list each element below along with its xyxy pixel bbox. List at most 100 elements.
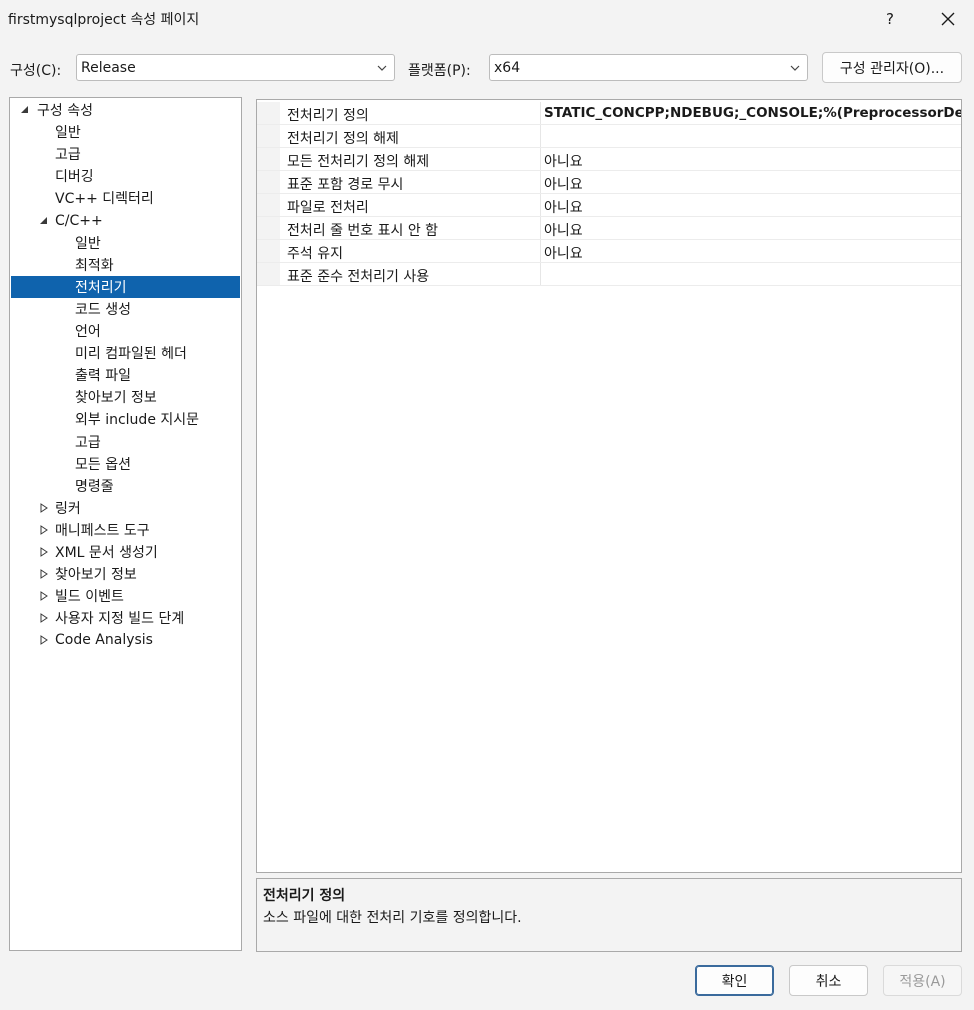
platform-value: x64 [494,59,521,76]
tree-item[interactable]: 미리 컴파일된 헤더 [11,342,240,364]
configuration-select[interactable]: Release [76,54,395,81]
row-gutter [257,102,280,124]
property-name: 전처리기 정의 [287,108,369,124]
tree-item[interactable]: 명령줄 [11,475,240,497]
column-divider [540,263,541,285]
tree-item[interactable]: C/C++ [11,210,240,232]
close-icon [941,12,955,26]
tree-item[interactable]: 고급 [11,143,240,165]
tree-item[interactable]: XML 문서 생성기 [11,541,240,563]
tree-item[interactable]: 찾아보기 정보 [11,386,240,408]
ok-button[interactable]: 확인 [695,965,774,996]
tree-item-label: 코드 생성 [75,301,131,318]
expanded-triangle-icon[interactable] [39,216,49,226]
property-name: 모든 전처리기 정의 해제 [287,154,430,170]
row-gutter [257,125,280,147]
tree-item[interactable]: 고급 [11,431,240,453]
tree-item-label: 매니페스트 도구 [55,522,150,539]
collapsed-triangle-icon[interactable] [39,591,49,602]
tree-item[interactable]: 찾아보기 정보 [11,563,240,585]
tree-item-label: 명령줄 [75,478,114,495]
column-divider [540,148,541,170]
collapsed-triangle-icon[interactable] [39,547,49,557]
column-divider [540,125,541,147]
row-gutter [257,194,280,216]
expanded-triangle-icon[interactable] [20,105,30,115]
tree-item[interactable]: 구성 속성 [11,99,240,121]
tree-item[interactable]: VC++ 디렉터리 [11,187,240,209]
tree-item[interactable]: 일반 [11,232,240,254]
property-row[interactable]: 전처리 줄 번호 표시 안 함 아니요 [257,217,961,240]
tree-item-label: 찾아보기 정보 [75,390,157,407]
row-gutter [257,263,280,285]
property-name: 표준 준수 전처리기 사용 [287,269,430,285]
tree-item-label: 일반 [75,235,101,252]
collapsed-triangle-icon[interactable] [39,524,49,535]
platform-select[interactable]: x64 [489,54,808,81]
property-value[interactable]: 아니요 [544,197,583,217]
chevron-down-icon [790,65,800,71]
property-row[interactable]: 표준 준수 전처리기 사용 [257,263,961,286]
apply-button[interactable]: 적용(A) [883,965,962,996]
tree-item[interactable]: Code Analysis [11,629,240,651]
collapsed-triangle-icon[interactable] [39,635,49,646]
property-row[interactable]: 주석 유지 아니요 [257,240,961,263]
tree-item[interactable]: 최적화 [11,254,240,276]
property-value[interactable]: 아니요 [544,151,583,171]
tree-item-label: Code Analysis [55,632,153,649]
tree-item-label: 모든 옵션 [75,456,131,473]
tree-item[interactable]: 일반 [11,121,240,143]
property-grid[interactable]: 전처리기 정의 STATIC_CONCPP;NDEBUG;_CONSOLE;%(P… [256,99,962,873]
property-row[interactable]: 전처리기 정의 해제 [257,125,961,148]
column-divider [540,240,541,262]
property-row[interactable]: 전처리기 정의 STATIC_CONCPP;NDEBUG;_CONSOLE;%(P… [257,102,961,125]
collapsed-triangle-icon[interactable] [39,502,49,513]
tree-item[interactable]: 링커 [11,497,240,519]
property-name: 주석 유지 [287,246,343,262]
configuration-value: Release [81,59,136,76]
property-row[interactable]: 파일로 전처리 아니요 [257,194,961,217]
help-button[interactable]: ? [872,0,908,38]
description-text: 소스 파일에 대한 전처리 기호를 정의합니다. [263,910,522,926]
tree-item[interactable]: 코드 생성 [11,298,240,320]
tree-item[interactable]: 모든 옵션 [11,453,240,475]
column-divider [540,102,541,124]
tree-item[interactable]: 매니페스트 도구 [11,519,240,541]
collapsed-triangle-icon[interactable] [39,569,49,580]
cancel-button[interactable]: 취소 [789,965,868,996]
collapsed-triangle-icon[interactable] [39,613,49,624]
config-manager-button[interactable]: 구성 관리자(O)... [822,52,962,83]
chevron-down-icon [377,65,387,71]
property-value[interactable]: 아니요 [544,220,583,240]
property-value[interactable]: STATIC_CONCPP;NDEBUG;_CONSOLE;%(Preproce… [544,105,961,121]
tree-item-label: 링커 [55,500,81,517]
tree-item[interactable]: 빌드 이벤트 [11,585,240,607]
property-value[interactable]: 아니요 [544,243,583,263]
property-row[interactable]: 모든 전처리기 정의 해제 아니요 [257,148,961,171]
column-divider [540,217,541,239]
tree-item-label: 일반 [55,125,81,142]
row-gutter [257,240,280,262]
property-tree[interactable]: 구성 속성 일반 고급 디버깅 VC++ 디렉터리 C/C++ 일반 최적화 전처리기 코드 생성… [9,97,242,951]
tree-item-label: 최적화 [75,257,114,274]
tree-item-label: 언어 [75,324,101,340]
property-row[interactable]: 표준 포함 경로 무시 아니요 [257,171,961,194]
title-bar: firstmysqlproject 속성 페이지 ? [0,0,974,38]
tree-item[interactable]: 언어 [11,320,240,342]
close-button[interactable] [928,0,968,38]
property-value[interactable]: 아니요 [544,174,583,194]
tree-item[interactable]: 출력 파일 [11,364,240,386]
description-panel: 전처리기 정의 소스 파일에 대한 전처리 기호를 정의합니다. [256,878,962,952]
tree-item[interactable]: 외부 include 지시문 [11,408,240,430]
description-title: 전처리기 정의 [263,888,346,904]
tree-item-label: 고급 [55,147,81,164]
tree-item[interactable]: 디버깅 [11,165,240,187]
tree-item-label: 외부 include 지시문 [75,412,200,429]
tree-item[interactable]: 전처리기 [11,275,240,298]
tree-item-label: 찾아보기 정보 [55,567,137,584]
row-gutter [257,217,280,239]
property-name: 파일로 전처리 [287,200,369,216]
row-gutter [257,148,280,170]
column-divider [540,194,541,216]
tree-item[interactable]: 사용자 지정 빌드 단계 [11,607,240,629]
